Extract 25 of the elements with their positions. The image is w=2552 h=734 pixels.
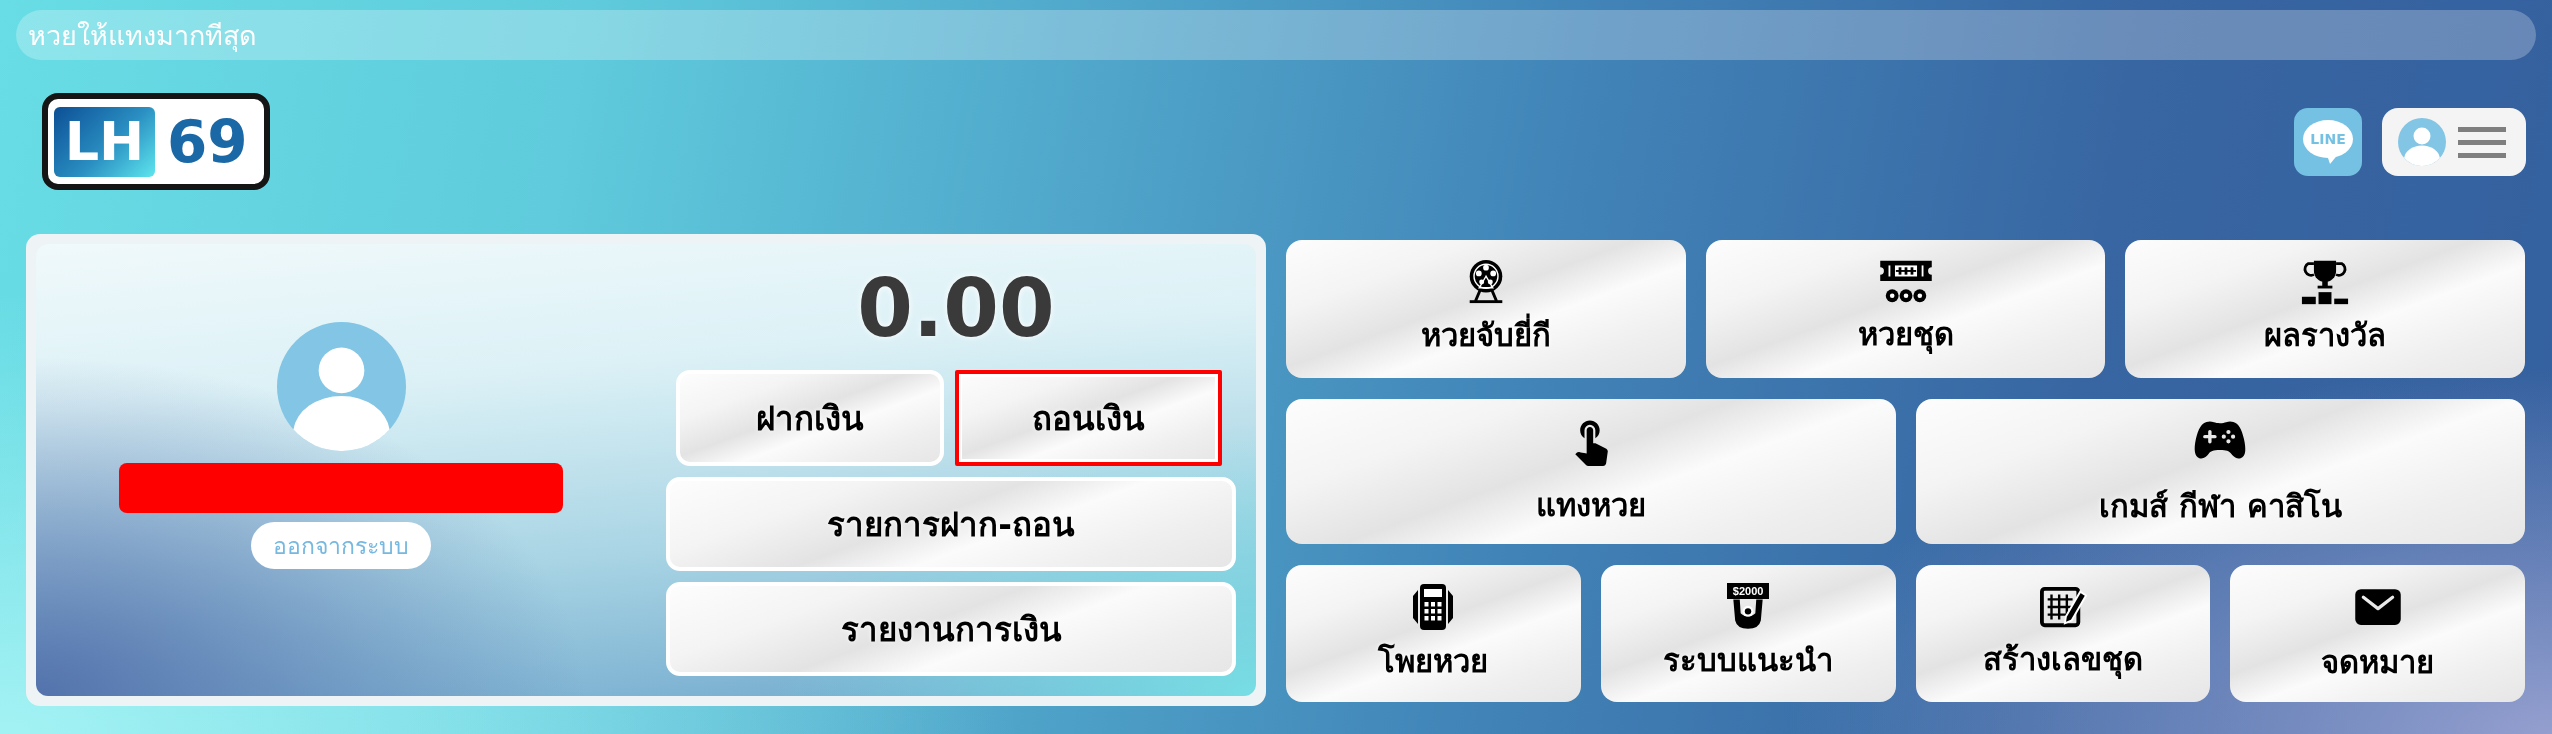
profile-menu-button[interactable] — [2382, 107, 2526, 176]
logo-badge: LH — [54, 106, 155, 177]
balance-amount: 0.00 — [857, 264, 1055, 354]
logo-number: 69 — [167, 112, 248, 171]
menu-tile[interactable]: จดหมาย — [2230, 565, 2525, 702]
menu-tile[interactable]: เกมส์ กีฬา คาสิโน — [1915, 399, 2525, 544]
menu-tile[interactable]: $2000 ระบบแนะนำ — [1600, 565, 1896, 702]
logo[interactable]: LH 69 — [42, 93, 270, 190]
transactions-button[interactable]: รายการฝาก-ถอน — [666, 477, 1236, 571]
menu-tile[interactable]: ผลรางวัล — [2125, 240, 2525, 378]
amount-sign: $2000 — [1726, 582, 1770, 599]
avatar-icon — [2398, 117, 2446, 166]
avatar-icon — [276, 322, 406, 451]
menu-tile[interactable]: แทงหวย — [1286, 399, 1896, 544]
menu-tile[interactable]: สร้างเลขชุด — [1915, 565, 2211, 702]
menu-tile[interactable]: โพยหวย — [1286, 565, 1581, 702]
report-button[interactable]: รายงานการเงิน — [666, 582, 1236, 676]
ticket-icon — [1877, 259, 1934, 305]
withdraw-button[interactable]: ถอนเงิน — [954, 370, 1222, 466]
deposit-button[interactable]: ฝากเงิน — [676, 370, 944, 466]
menu-icon — [2458, 124, 2506, 159]
menu-tile[interactable]: หวยชุด — [1705, 240, 2106, 378]
announcement-ticker: หวยให้แทงมากทีสุด — [16, 10, 2536, 60]
menu-tile[interactable]: หวยจับยี่กี — [1286, 240, 1686, 378]
calculator-icon — [1412, 581, 1455, 632]
